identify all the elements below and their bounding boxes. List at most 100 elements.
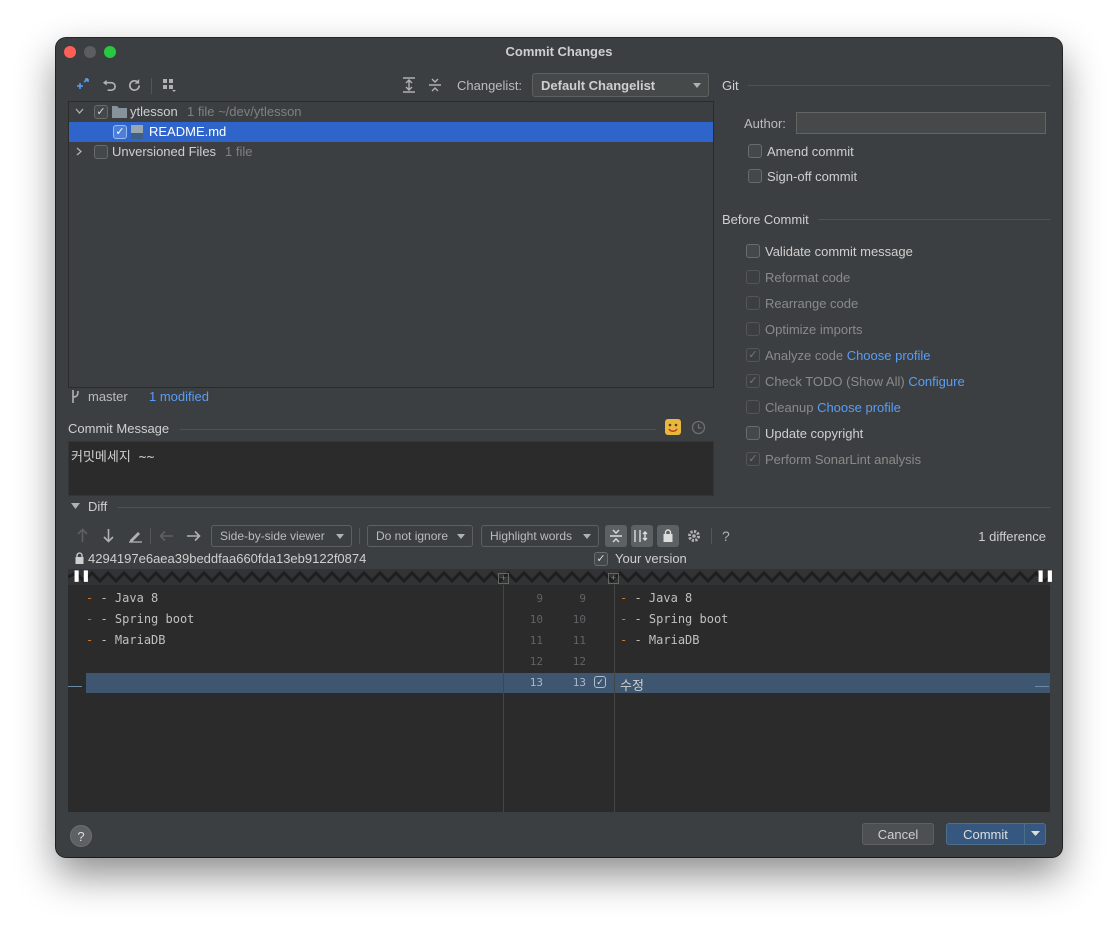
configure-link[interactable]: Configure bbox=[908, 374, 964, 389]
sonarlint-checkbox[interactable]: ✓ bbox=[746, 452, 760, 466]
your-version-checkbox[interactable]: ✓ bbox=[594, 552, 608, 566]
rearrange-code-label: Rearrange code bbox=[765, 296, 859, 311]
changelist-select[interactable]: Default Changelist bbox=[532, 73, 709, 97]
viewer-select[interactable]: Side-by-side viewer bbox=[211, 525, 352, 547]
change-marker-left bbox=[68, 686, 82, 687]
right-line-13[interactable]: 수정 bbox=[620, 675, 644, 694]
cleanup-choose-profile-link[interactable]: Choose profile bbox=[817, 400, 901, 415]
chevron-down-icon bbox=[336, 534, 344, 539]
tree-row-file[interactable]: ✓ README.md bbox=[69, 122, 713, 142]
commit-message-text: 커밋메세지 ~~ bbox=[71, 450, 155, 465]
previous-difference-icon bbox=[77, 528, 88, 542]
lock-icon bbox=[663, 529, 673, 542]
rearrange-code-checkbox[interactable] bbox=[746, 296, 760, 310]
sign-off-checkbox[interactable] bbox=[748, 169, 762, 183]
expand-all-icon[interactable] bbox=[400, 76, 418, 94]
update-copyright-checkbox[interactable] bbox=[746, 426, 760, 440]
right-line-number: 9 bbox=[579, 592, 586, 605]
refresh-icon[interactable] bbox=[125, 76, 143, 94]
root-checkbox[interactable]: ✓ bbox=[94, 105, 108, 119]
highlight-value: Highlight words bbox=[490, 529, 573, 543]
check-todo-row: Check TODO (Show All) Configure bbox=[765, 374, 965, 389]
collapse-all-icon[interactable] bbox=[426, 76, 444, 94]
pause-icon-right[interactable]: ❚❚ bbox=[1036, 569, 1054, 582]
author-label: Author: bbox=[744, 116, 786, 131]
analyze-code-checkbox[interactable]: ✓ bbox=[746, 348, 760, 362]
right-line-number: 11 bbox=[572, 634, 586, 647]
gear-icon bbox=[688, 530, 700, 542]
separator bbox=[818, 219, 1050, 220]
lock-toggle[interactable] bbox=[657, 525, 679, 547]
amend-commit-checkbox[interactable] bbox=[748, 144, 762, 158]
help-button[interactable]: ? bbox=[70, 825, 92, 847]
root-name: ytlesson bbox=[130, 104, 178, 119]
cleanup-row: Cleanup Choose profile bbox=[765, 400, 901, 415]
include-change-checkbox[interactable]: ✓ bbox=[594, 676, 606, 688]
changed-line-left bbox=[86, 673, 503, 693]
pause-icon[interactable]: ❚❚ bbox=[72, 569, 90, 582]
diff-section-title: Diff bbox=[88, 499, 108, 514]
file-checkbox[interactable]: ✓ bbox=[113, 125, 127, 139]
group-by-icon[interactable] bbox=[160, 76, 178, 94]
highlight-select[interactable]: Highlight words bbox=[481, 525, 599, 547]
left-line-number: 11 bbox=[529, 634, 543, 647]
change-marker-right bbox=[1035, 686, 1049, 687]
sonarlint-label: Perform SonarLint analysis bbox=[765, 452, 922, 467]
analyze-code-row: Analyze code Choose profile bbox=[765, 348, 931, 363]
commit-button[interactable]: Commit bbox=[946, 823, 1025, 845]
optimize-imports-checkbox[interactable] bbox=[746, 322, 760, 336]
expand-region-icon[interactable]: + bbox=[498, 573, 509, 584]
collapse-unchanged-toggle[interactable] bbox=[605, 525, 627, 547]
sync-scroll-toggle[interactable] bbox=[631, 525, 653, 547]
right-line-9: - - Java 8 bbox=[620, 591, 693, 605]
check-todo-checkbox[interactable]: ✓ bbox=[746, 374, 760, 388]
diff-help-button[interactable]: ? bbox=[722, 528, 730, 544]
before-commit-title: Before Commit bbox=[722, 212, 809, 227]
left-revision-hash: 4294197e6aea39beddfaa660fda13eb9122f0874 bbox=[88, 551, 367, 566]
chevron-down-icon bbox=[75, 108, 84, 114]
expand-region-icon[interactable]: + bbox=[608, 573, 619, 584]
chevron-right-icon bbox=[76, 147, 82, 156]
your-version-label: Your version bbox=[615, 551, 687, 566]
changed-line-right bbox=[615, 673, 1050, 693]
git-section-title: Git bbox=[722, 78, 739, 93]
commit-dialog: Commit Changes Changelist: Default Chang… bbox=[56, 38, 1062, 857]
show-diff-icon[interactable] bbox=[74, 76, 92, 94]
whitespace-select[interactable]: Do not ignore bbox=[367, 525, 473, 547]
left-line-number: 9 bbox=[536, 592, 543, 605]
collapsed-region-band bbox=[68, 569, 1050, 585]
reformat-code-checkbox[interactable] bbox=[746, 270, 760, 284]
rollback-icon[interactable] bbox=[100, 76, 118, 94]
root-meta: 1 file ~/dev/ytlesson bbox=[187, 104, 302, 119]
choose-profile-link[interactable]: Choose profile bbox=[847, 348, 931, 363]
next-difference-icon bbox=[103, 529, 114, 543]
reformat-code-label: Reformat code bbox=[765, 270, 851, 285]
emoji-icon[interactable] bbox=[665, 419, 681, 435]
tree-row-unversioned[interactable]: Unversioned Files 1 file bbox=[69, 142, 713, 162]
chevron-down-icon bbox=[583, 534, 591, 539]
cancel-button[interactable]: Cancel bbox=[862, 823, 934, 845]
validate-message-label: Validate commit message bbox=[765, 244, 913, 259]
right-line-number: 13 bbox=[572, 676, 586, 689]
unversioned-checkbox[interactable] bbox=[94, 145, 108, 159]
toolbar-separator bbox=[151, 78, 152, 94]
cleanup-checkbox[interactable] bbox=[746, 400, 760, 414]
branch-name: master bbox=[88, 389, 128, 404]
modified-count-link[interactable]: 1 modified bbox=[149, 389, 209, 404]
tree-row-root[interactable]: ✓ ytlesson 1 file ~/dev/ytlesson bbox=[69, 102, 713, 122]
validate-message-checkbox[interactable] bbox=[746, 244, 760, 258]
chevron-down-icon bbox=[1030, 831, 1040, 836]
update-copyright-label: Update copyright bbox=[765, 426, 864, 441]
author-input[interactable] bbox=[796, 112, 1046, 134]
collapse-triangle-icon bbox=[71, 503, 80, 509]
separator bbox=[118, 507, 1050, 508]
left-line-number: 12 bbox=[529, 655, 543, 668]
unversioned-meta: 1 file bbox=[225, 144, 253, 159]
commit-message-input[interactable]: 커밋메세지 ~~ bbox=[68, 441, 714, 496]
window-title: Commit Changes bbox=[505, 44, 613, 59]
sign-off-label: Sign-off commit bbox=[767, 169, 858, 184]
folder-icon bbox=[112, 106, 127, 118]
amend-commit-label: Amend commit bbox=[767, 144, 854, 159]
commit-options-button[interactable] bbox=[1024, 823, 1046, 845]
changes-tree: ✓ ytlesson 1 file ~/dev/ytlesson ✓ READM… bbox=[68, 101, 714, 388]
